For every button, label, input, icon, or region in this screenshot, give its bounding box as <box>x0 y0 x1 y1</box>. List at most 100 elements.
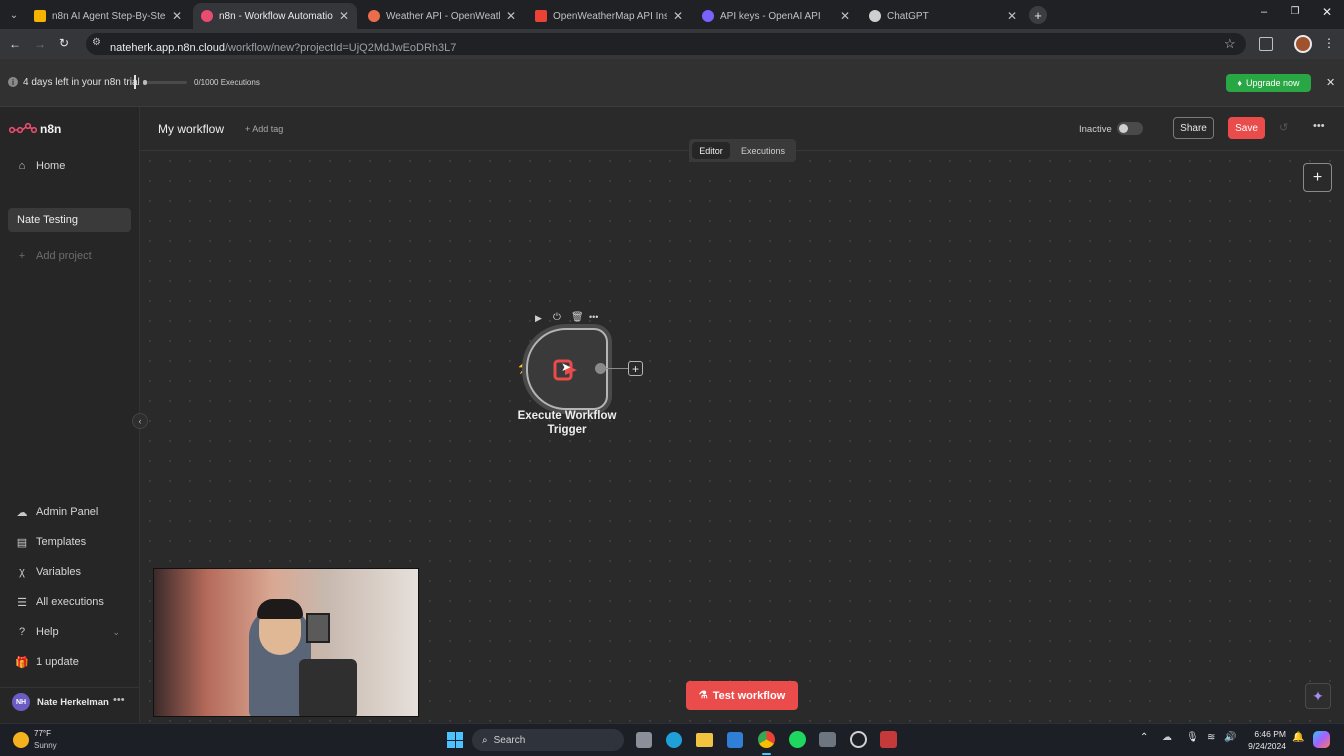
workflow-canvas[interactable]: Editor Executions + ‹ ▶ ⏻ 🗑 ••• ⚡ ➤ + Ex… <box>132 139 1344 723</box>
camera-app-icon[interactable] <box>819 732 836 747</box>
plus-icon: + <box>18 250 26 262</box>
close-tab-icon[interactable]: ✕ <box>673 9 683 23</box>
n8n-logo-icon <box>9 122 37 134</box>
sidebar-item-help[interactable]: ? Help ⌄ <box>16 626 120 638</box>
sidebar-user-area <box>0 687 140 688</box>
profile-avatar[interactable] <box>1294 35 1312 53</box>
file-explorer-icon[interactable] <box>696 733 713 747</box>
close-tab-icon[interactable]: ✕ <box>840 9 850 23</box>
ai-assistant-button[interactable]: ✦ <box>1305 683 1331 709</box>
snipping-tool-icon[interactable] <box>880 731 897 748</box>
clock-date[interactable]: 9/24/2024 <box>1244 741 1286 751</box>
restore-window-icon[interactable]: ❐ <box>1287 6 1303 22</box>
n8n-logo[interactable]: n8n <box>9 122 61 136</box>
microsoft-store-icon[interactable] <box>727 732 743 748</box>
tab-executions[interactable]: Executions <box>734 142 792 159</box>
new-tab-button[interactable]: + <box>1029 6 1047 24</box>
active-toggle[interactable] <box>1117 122 1143 135</box>
banner-divider <box>134 75 136 89</box>
flask-icon: ⚗ <box>698 690 708 701</box>
info-icon: i <box>8 77 18 87</box>
onedrive-icon[interactable]: ☁ <box>1162 732 1172 743</box>
sidebar-item-variables[interactable]: χ Variables <box>16 566 81 578</box>
close-tab-icon[interactable]: ✕ <box>506 9 516 23</box>
copilot-icon[interactable] <box>1313 731 1330 748</box>
close-window-icon[interactable]: ✕ <box>1319 5 1335 21</box>
url-text: nateherk.app.n8n.cloud/workflow/new?proj… <box>110 38 456 56</box>
cloud-icon: ☁ <box>16 506 28 519</box>
minimize-window-icon[interactable]: – <box>1256 6 1272 22</box>
workflow-menu-icon[interactable]: ••• <box>1313 120 1325 132</box>
openweather-favicon-icon <box>368 10 380 22</box>
node-output-handle[interactable] <box>595 363 606 374</box>
weather-sun-icon <box>13 732 29 748</box>
tray-chevron-icon[interactable]: ⌃ <box>1140 732 1148 743</box>
volume-icon[interactable]: 🔊 <box>1224 732 1236 743</box>
close-tab-icon[interactable]: ✕ <box>172 9 182 23</box>
browser-tab-1[interactable]: n8n AI Agent Step-By-Step - Go ✕ <box>26 3 190 29</box>
webcam-video-overlay <box>153 568 419 717</box>
browser-tab-4[interactable]: OpenWeatherMap API Instructi ✕ <box>527 3 691 29</box>
task-view-icon[interactable] <box>636 732 652 748</box>
save-button[interactable]: Save <box>1228 117 1265 139</box>
extensions-icon[interactable] <box>1259 37 1273 51</box>
node-title: Execute Workflow Trigger <box>517 410 617 436</box>
sidebar-item-admin-panel[interactable]: ☁ Admin Panel <box>16 506 99 519</box>
browser-menu-icon[interactable]: ⋮ <box>1323 36 1335 52</box>
sidebar-item-all-executions[interactable]: ☰ All executions <box>16 596 104 609</box>
user-avatar[interactable]: NH <box>12 693 30 711</box>
browser-tab-2[interactable]: n8n - Workflow Automation ✕ <box>193 3 357 29</box>
weather-condition: Sunny <box>34 741 57 750</box>
share-button[interactable]: Share <box>1173 117 1214 139</box>
close-tab-icon[interactable]: ✕ <box>339 9 349 23</box>
add-tag-button[interactable]: + Add tag <box>245 124 283 134</box>
executions-progress-bar <box>143 80 187 85</box>
collapse-sidebar-button[interactable]: ‹ <box>132 413 148 429</box>
workflow-history-icon[interactable]: ↺ <box>1279 121 1288 134</box>
sidebar: n8n ⌂ Home Nate Testing + Add project ☁ … <box>0 107 140 723</box>
sidebar-item-update[interactable]: 🎁 1 update <box>15 656 79 669</box>
workflow-name[interactable]: My workflow <box>158 122 224 136</box>
sidebar-item-templates[interactable]: ▤ Templates <box>16 536 86 549</box>
browser-tab-5[interactable]: API keys - OpenAI API ✕ <box>694 3 858 29</box>
add-project-button[interactable]: + Add project <box>16 250 92 262</box>
browser-tab-3[interactable]: Weather API - OpenWeatherMa ✕ <box>360 3 524 29</box>
clock-time[interactable]: 6:46 PM <box>1252 729 1286 739</box>
spotify-icon[interactable] <box>789 731 806 748</box>
wifi-icon[interactable]: ≋ <box>1207 732 1215 743</box>
bookmark-star-icon[interactable]: ☆ <box>1224 36 1236 52</box>
node-deactivate-icon[interactable]: ⏻ <box>553 312 561 323</box>
forward-icon[interactable]: → <box>34 37 48 51</box>
test-workflow-button[interactable]: ⚗ Test workflow <box>686 681 798 710</box>
executions-count: 0/1000 Executions <box>194 78 260 87</box>
add-next-node-button[interactable]: + <box>628 361 643 376</box>
address-bar[interactable]: ⚙ nateherk.app.n8n.cloud/workflow/new?pr… <box>86 33 1246 55</box>
close-banner-icon[interactable]: ✕ <box>1326 76 1335 89</box>
trial-banner: i 4 days left in your n8n trial 0/1000 E… <box>0 59 1344 107</box>
chrome-icon[interactable] <box>758 731 775 748</box>
browser-tab-6[interactable]: ChatGPT ✕ <box>861 3 1025 29</box>
sidebar-item-home[interactable]: ⌂ Home <box>16 160 66 172</box>
back-icon[interactable]: ← <box>9 37 23 51</box>
home-icon: ⌂ <box>18 160 26 172</box>
reload-icon[interactable]: ↻ <box>59 36 73 50</box>
node-play-icon[interactable]: ▶ <box>535 313 542 324</box>
site-info-icon[interactable]: ⚙ <box>92 37 101 48</box>
upgrade-now-button[interactable]: ♦ Upgrade now <box>1226 74 1311 92</box>
executions-progress-fill <box>143 80 147 85</box>
tab-editor[interactable]: Editor <box>692 142 730 159</box>
edge-icon[interactable] <box>666 732 682 748</box>
close-tab-icon[interactable]: ✕ <box>1007 9 1017 23</box>
node-delete-icon[interactable]: 🗑 <box>571 312 584 323</box>
chatgpt-app-icon[interactable] <box>850 731 867 748</box>
node-more-icon[interactable]: ••• <box>589 312 598 322</box>
sidebar-project-nate-testing[interactable]: Nate Testing <box>8 208 131 232</box>
tab-search-button[interactable]: ⌄ <box>6 7 22 23</box>
add-node-button[interactable]: + <box>1303 163 1332 192</box>
windows-start-icon[interactable] <box>447 732 463 748</box>
variables-icon: χ <box>19 566 25 578</box>
taskbar-search[interactable]: ⌕ Search <box>472 729 624 751</box>
notification-bell-icon[interactable]: 🔔 <box>1292 732 1304 743</box>
microphone-icon[interactable]: 🎙 <box>1186 732 1199 743</box>
user-menu-icon[interactable]: ••• <box>113 694 125 706</box>
